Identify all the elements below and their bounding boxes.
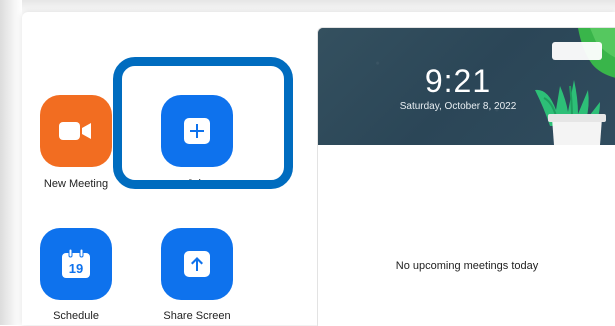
clock-time: 9:21 — [424, 63, 492, 99]
upload-arrow-icon — [184, 251, 210, 277]
schedule-button[interactable]: 19 — [40, 228, 112, 300]
potted-plant-icon — [535, 28, 615, 145]
new-meeting-button[interactable] — [40, 95, 112, 167]
schedule-label: Schedule — [53, 310, 99, 322]
highlight-box-join — [113, 57, 293, 189]
clock-date: Saturday, October 8, 2022 — [399, 101, 517, 112]
calendar-icon: 19 — [62, 249, 90, 278]
window-shadow-left — [0, 0, 22, 325]
zoom-home-screen: New Meeting Join 19 Schedule Share Scree… — [0, 0, 615, 326]
no-meetings-message: No upcoming meetings today — [395, 260, 539, 272]
clock-header: 9:21 Saturday, October 8, 2022 — [318, 28, 615, 145]
calendar-day: 19 — [69, 261, 83, 276]
upcoming-meetings-panel: 9:21 Saturday, October 8, 2022 No upcomi… — [317, 27, 615, 326]
share-screen-button[interactable] — [161, 228, 233, 300]
video-camera-icon — [59, 122, 91, 140]
share-screen-label: Share Screen — [163, 310, 231, 322]
